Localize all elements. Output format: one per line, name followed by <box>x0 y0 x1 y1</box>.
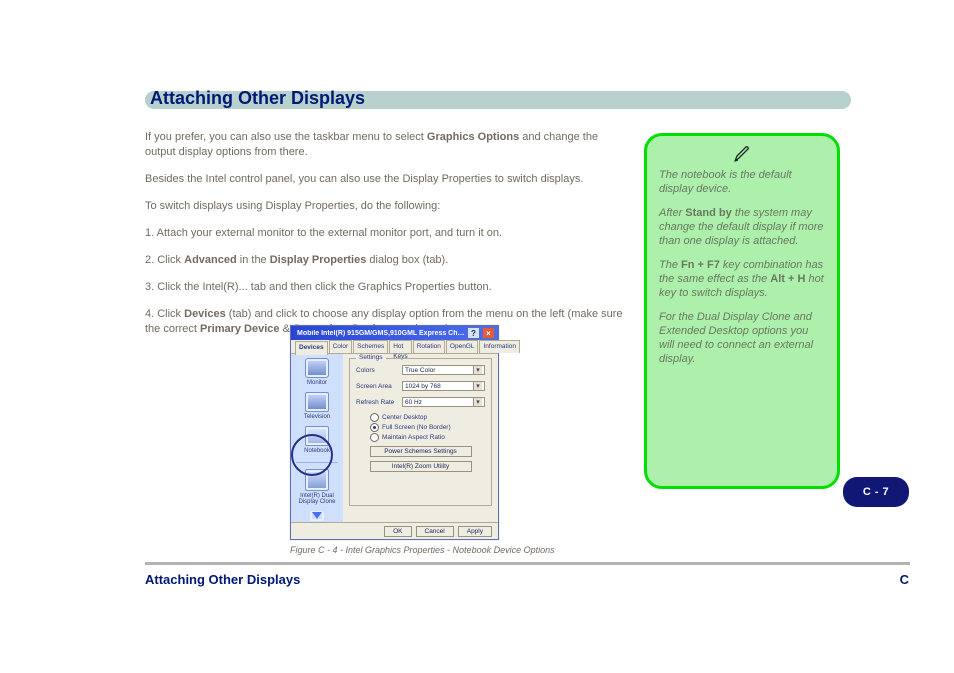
body-li2-mid: in the <box>240 254 270 266</box>
body-li2-b2: Display Properties <box>270 254 367 266</box>
body-li3: 3. Click the Intel(R)... tab and then cl… <box>145 280 625 295</box>
power-schemes-button[interactable]: Power Schemes Settings <box>370 446 472 457</box>
body-li4-pre: 4. Click <box>145 308 184 320</box>
note-p3-b2: Alt + H <box>770 273 805 285</box>
cancel-button[interactable]: Cancel <box>416 526 454 537</box>
body-li2-pre: 2. Click <box>145 254 184 266</box>
area-combo[interactable]: 1024 by 768 ▾ <box>402 381 485 391</box>
device-notebook[interactable]: Notebook <box>294 426 340 454</box>
tab-devices[interactable]: Devices <box>295 341 328 355</box>
device-television[interactable]: Television <box>294 392 340 420</box>
note-p2-b: Stand by <box>685 207 731 219</box>
title-bar[interactable]: Mobile Intel(R) 915GM/GMS,910GML Express… <box>291 326 498 340</box>
colors-value: True Color <box>405 367 435 374</box>
body-text: If you prefer, you can also use the task… <box>145 130 625 349</box>
note-p2-pre: After <box>659 207 685 219</box>
body-p1-bold: Graphics Options <box>427 131 519 143</box>
body-p1-pre: If you prefer, you can also use the task… <box>145 131 427 143</box>
page-title: Attaching Other Displays <box>150 88 365 109</box>
chevron-down-icon: ▾ <box>473 398 482 406</box>
device-dual[interactable]: Intel(R) Dual Display Clone <box>294 469 340 505</box>
footer-right: C <box>900 572 909 587</box>
area-label: Screen Area <box>356 383 402 390</box>
pen-icon <box>732 144 752 164</box>
tab-color[interactable]: Color <box>329 340 353 353</box>
zoom-utility-button[interactable]: Intel(R) Zoom Utility <box>370 461 472 472</box>
body-li2-b1: Advanced <box>184 254 237 266</box>
scroll-down[interactable] <box>294 511 340 523</box>
radio-icon <box>370 423 379 432</box>
tab-opengl[interactable]: OpenGL <box>446 340 479 353</box>
dialog-footer: OK Cancel Apply <box>291 522 498 540</box>
sidebar-divider <box>296 462 338 463</box>
chevron-down-icon: ▾ <box>473 366 482 374</box>
radio-full-label: Full Screen (No Border) <box>382 424 451 431</box>
page-number: C - 7 <box>843 477 909 507</box>
tab-schemes[interactable]: Schemes <box>353 340 388 353</box>
body-p2: Besides the Intel control panel, you can… <box>145 172 625 187</box>
tab-information[interactable]: Information <box>479 340 520 353</box>
note-p4: For the Dual Display Clone and Extended … <box>659 310 825 366</box>
refresh-label: Refresh Rate <box>356 399 402 406</box>
chevron-down-icon <box>310 511 324 521</box>
device-monitor-label: Monitor <box>307 380 327 386</box>
device-television-label: Television <box>304 414 330 420</box>
body-li2-post: dialog box (tab). <box>369 254 448 266</box>
ok-button[interactable]: OK <box>384 526 411 537</box>
radio-icon <box>370 433 379 442</box>
close-button[interactable]: × <box>482 327 495 339</box>
notebook-icon <box>305 426 329 446</box>
dialog-sidebar: Monitor Television Notebook Intel(R) Dua… <box>291 354 343 522</box>
monitor-icon <box>305 358 329 378</box>
settings-group: Settings Colors True Color ▾ Screen Area… <box>349 358 492 506</box>
refresh-combo[interactable]: 60 Hz ▾ <box>402 397 485 407</box>
footer-divider <box>145 562 910 565</box>
device-monitor[interactable]: Monitor <box>294 358 340 386</box>
body-li4-b2: Primary Device <box>200 323 280 335</box>
radio-aspect[interactable]: Maintain Aspect Ratio <box>370 433 485 442</box>
area-value: 1024 by 768 <box>405 383 441 390</box>
dual-display-icon <box>305 469 329 491</box>
help-button[interactable]: ? <box>467 327 480 339</box>
body-p3-intro: To switch displays using Display Propert… <box>145 199 625 214</box>
note-box: The notebook is the default display devi… <box>644 133 840 489</box>
dialog-title: Mobile Intel(R) 915GM/GMS,910GML Express… <box>297 330 465 337</box>
note-p3-b1: Fn + F7 <box>681 259 720 271</box>
body-li4-b1: Devices <box>184 308 226 320</box>
tab-rotation[interactable]: Rotation <box>413 340 445 353</box>
colors-label: Colors <box>356 367 402 374</box>
radio-aspect-label: Maintain Aspect Ratio <box>382 434 445 441</box>
radio-center-label: Center Desktop <box>382 414 427 421</box>
footer-left: Attaching Other Displays <box>145 572 300 587</box>
refresh-value: 60 Hz <box>405 399 422 406</box>
note-p1: The notebook is the default display devi… <box>659 168 825 196</box>
device-dual-label: Intel(R) Dual Display Clone <box>298 493 335 505</box>
chevron-down-icon: ▾ <box>473 382 482 390</box>
apply-button[interactable]: Apply <box>458 526 492 537</box>
body-li1: 1. Attach your external monitor to the e… <box>145 226 625 241</box>
settings-group-title: Settings <box>356 354 386 361</box>
dialog: Mobile Intel(R) 915GM/GMS,910GML Express… <box>290 325 499 540</box>
note-p3-pre: The <box>659 259 681 271</box>
radio-center[interactable]: Center Desktop <box>370 413 485 422</box>
tv-icon <box>305 392 329 412</box>
tabs: Devices Color Schemes Hot Keys Rotation … <box>291 340 498 354</box>
radio-full[interactable]: Full Screen (No Border) <box>370 423 485 432</box>
figure-caption: Figure C - 4 - Intel Graphics Properties… <box>290 545 555 555</box>
radio-icon <box>370 413 379 422</box>
colors-combo[interactable]: True Color ▾ <box>402 365 485 375</box>
tab-hotkeys[interactable]: Hot Keys <box>389 340 411 353</box>
device-notebook-label: Notebook <box>304 448 330 454</box>
